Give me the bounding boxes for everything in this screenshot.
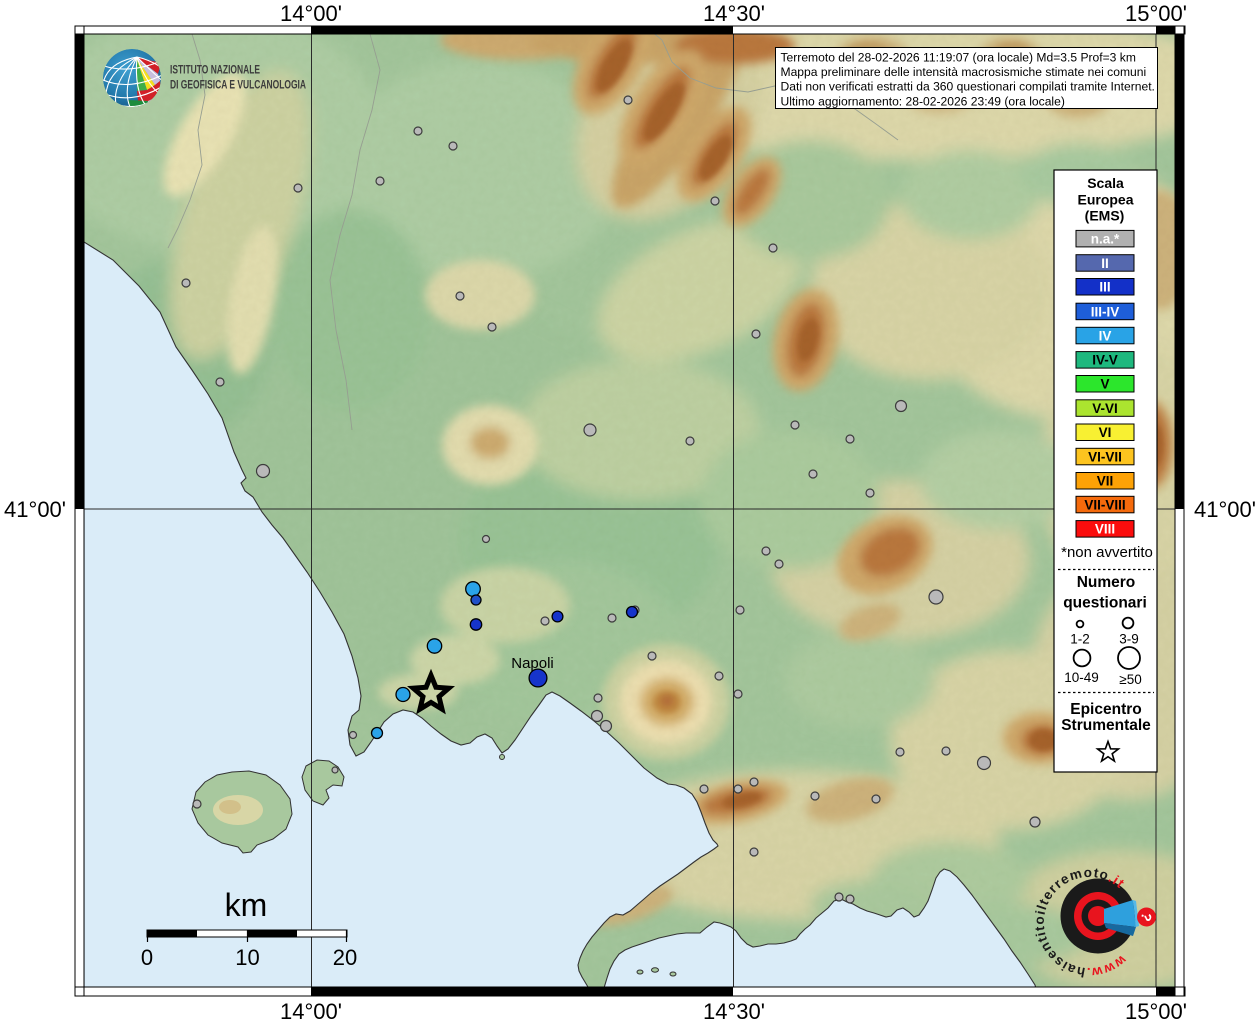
svg-text:Mappa preliminare delle intens: Mappa preliminare delle intensità macros… xyxy=(781,65,1147,79)
svg-text:Scala: Scala xyxy=(1087,175,1124,191)
svg-text:VII-VIII: VII-VIII xyxy=(1084,497,1125,512)
svg-text:10-49: 10-49 xyxy=(1064,670,1099,685)
svg-text:III-IV: III-IV xyxy=(1091,304,1120,319)
svg-text:3-9: 3-9 xyxy=(1119,632,1139,647)
svg-text:V: V xyxy=(1100,377,1109,392)
svg-text:14°30': 14°30' xyxy=(703,1,765,26)
svg-text:VI: VI xyxy=(1099,425,1112,440)
svg-text:15°00': 15°00' xyxy=(1125,999,1187,1024)
svg-text:Terremoto del 28-02-2026 11:19: Terremoto del 28-02-2026 11:19:07 (ora l… xyxy=(781,50,1136,64)
svg-text:20: 20 xyxy=(333,945,357,970)
svg-text:Europea: Europea xyxy=(1077,192,1133,208)
svg-text:*non avvertito: *non avvertito xyxy=(1061,544,1153,561)
svg-text:VII: VII xyxy=(1097,474,1114,489)
svg-text:41°00': 41°00' xyxy=(4,497,66,522)
svg-text:km: km xyxy=(225,887,268,923)
svg-text:questionari: questionari xyxy=(1063,595,1147,612)
svg-text:ISTITUTO NAZIONALE: ISTITUTO NAZIONALE xyxy=(170,65,260,77)
svg-text:0: 0 xyxy=(141,945,153,970)
svg-text:Ultimo aggiornamento: 28-02-20: Ultimo aggiornamento: 28-02-2026 23:49 (… xyxy=(781,94,1065,108)
svg-text:1-2: 1-2 xyxy=(1070,632,1090,647)
svg-text:n.a.*: n.a.* xyxy=(1091,232,1120,247)
svg-text:41°00': 41°00' xyxy=(1194,497,1256,522)
svg-text:15°00': 15°00' xyxy=(1125,1,1187,26)
svg-text:VIII: VIII xyxy=(1095,522,1115,537)
svg-text:Strumentale: Strumentale xyxy=(1061,717,1151,734)
svg-text:Dati non verificati estratti d: Dati non verificati estratti da 360 ques… xyxy=(781,80,1155,94)
svg-text:IV-V: IV-V xyxy=(1092,353,1118,368)
svg-text:14°00': 14°00' xyxy=(280,1,342,26)
svg-text:14°00': 14°00' xyxy=(280,999,342,1024)
svg-text:II: II xyxy=(1101,256,1109,271)
svg-text:III: III xyxy=(1099,280,1110,295)
svg-text:(EMS): (EMS) xyxy=(1085,208,1125,224)
svg-text:V-VI: V-VI xyxy=(1092,401,1118,416)
svg-text:14°30': 14°30' xyxy=(703,999,765,1024)
svg-text:Epicentro: Epicentro xyxy=(1070,701,1141,718)
svg-text:IV: IV xyxy=(1099,328,1112,343)
svg-text:DI GEOFISICA E VULCANOLOGIA: DI GEOFISICA E VULCANOLOGIA xyxy=(170,80,306,92)
svg-text:VI-VII: VI-VII xyxy=(1088,449,1122,464)
svg-text:Numero: Numero xyxy=(1077,574,1136,591)
svg-text:≥50: ≥50 xyxy=(1119,672,1141,687)
svg-text:Napoli: Napoli xyxy=(511,655,554,672)
svg-text:10: 10 xyxy=(235,945,259,970)
